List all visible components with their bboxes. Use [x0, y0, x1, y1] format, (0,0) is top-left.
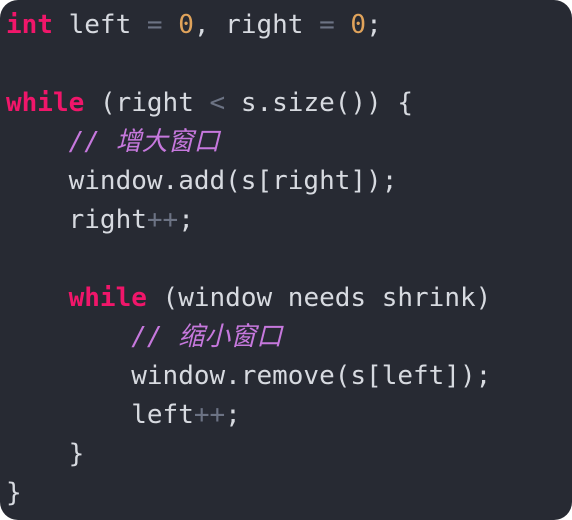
keyword-while: while: [6, 88, 85, 118]
code-text: right: [68, 205, 147, 235]
comment-shrink-window: // 缩小窗口: [131, 322, 283, 352]
number-literal: 0: [350, 10, 367, 40]
code-line-3: while (right < s.size()) {: [6, 84, 491, 123]
closing-brace: }: [68, 439, 85, 469]
code-line-5: window.add(s[right]);: [6, 162, 491, 201]
code-text: (window needs shrink): [146, 283, 492, 313]
code-line-11: left++;: [6, 396, 491, 435]
code-text: (right: [84, 88, 210, 118]
code-block: int left = 0, right = 0; while (right < …: [6, 6, 491, 513]
code-line-12: }: [6, 435, 491, 474]
keyword-int: int: [6, 10, 53, 40]
code-line-8: while (window needs shrink): [6, 279, 492, 318]
code-text: , right: [193, 10, 320, 40]
code-line-4: // 增大窗口: [6, 123, 491, 162]
operator-assign: =: [319, 10, 335, 40]
code-line-10: window.remove(s[left]);: [6, 357, 491, 396]
closing-brace: }: [6, 478, 22, 508]
code-line-6: right++;: [6, 201, 491, 240]
code-text: ;: [366, 10, 382, 40]
code-line-2-blank: [6, 45, 491, 84]
number-literal: 0: [178, 10, 194, 40]
keyword-while: while: [68, 283, 147, 313]
code-editor-panel: int left = 0, right = 0; while (right < …: [0, 0, 572, 520]
code-text: window.remove(s[left]);: [131, 361, 492, 391]
operator-increment: ++: [193, 400, 226, 430]
code-text: window.add(s[right]);: [68, 166, 398, 196]
code-line-7-blank: [6, 240, 491, 279]
code-text: left: [131, 400, 194, 430]
code-line-9: // 缩小窗口: [6, 318, 491, 357]
operator-assign: =: [146, 10, 163, 40]
code-text: s.size()) {: [225, 88, 414, 118]
code-text: ;: [225, 400, 241, 430]
code-text: ;: [178, 205, 194, 235]
code-line-1: int left = 0, right = 0;: [6, 6, 491, 45]
code-text: left: [52, 10, 147, 40]
operator-less-than: <: [209, 88, 226, 118]
operator-increment: ++: [146, 205, 179, 235]
code-line-13: }: [6, 474, 491, 513]
comment-expand-window: // 增大窗口: [68, 127, 220, 157]
